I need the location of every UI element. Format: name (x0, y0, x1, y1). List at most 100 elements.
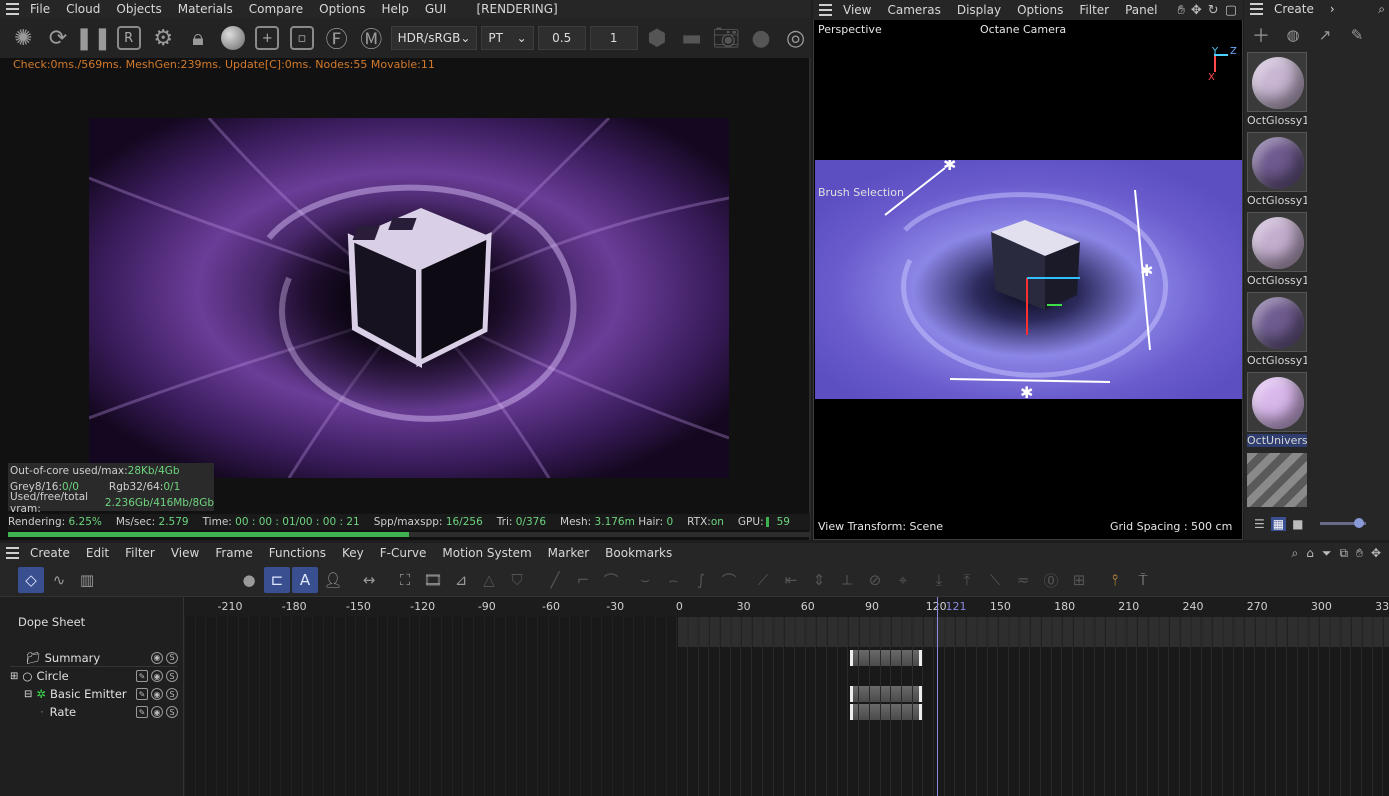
visibility-eye-icon[interactable]: ◉ (151, 688, 163, 700)
hamburger-menu-icon[interactable] (0, 3, 22, 15)
ease-out-icon[interactable]: ⌢ (660, 567, 686, 593)
add-material-icon[interactable]: ＋ (1248, 22, 1274, 48)
sphere-filter-icon[interactable]: ● (236, 567, 262, 593)
material-swatch[interactable]: OctGlossy1 (1247, 292, 1309, 367)
edit-key-icon[interactable]: ✎ (136, 688, 148, 700)
auto-tangent-icon[interactable]: ⌖ (890, 567, 916, 593)
visibility-eye-icon[interactable]: ◉ (151, 706, 163, 718)
tl-menu-edit[interactable]: Edit (78, 546, 117, 560)
menu-file[interactable]: File (22, 2, 58, 16)
menu-gui[interactable]: GUI (417, 2, 455, 16)
tl-menu-marker[interactable]: Marker (540, 546, 597, 560)
tree-row-rate[interactable]: · Rate ✎ ◉ S (10, 703, 178, 721)
exposure-field[interactable]: 0.5 (537, 26, 586, 50)
dope-sheet-mode-icon[interactable]: ◇ (18, 567, 44, 593)
zero-length-icon[interactable]: ⟂ (834, 567, 860, 593)
menu-cloud[interactable]: Cloud (58, 2, 108, 16)
clear-region-icon[interactable]: ▫ (287, 22, 318, 54)
vp-menu-panel[interactable]: Panel (1117, 3, 1165, 17)
key-zero-icon[interactable]: ⓪ (1038, 567, 1064, 593)
kernel-select[interactable]: PT ⌄ (481, 26, 534, 50)
ease-in-icon[interactable]: ⌣ (632, 567, 658, 593)
tl-menu-view[interactable]: View (163, 546, 207, 560)
person-icon[interactable]: 👤︎ (320, 567, 346, 593)
tl-menu-bookmarks[interactable]: Bookmarks (597, 546, 680, 560)
tl-menu-fcurve[interactable]: F-Curve (372, 546, 435, 560)
ease-both-icon[interactable]: ∫ (688, 567, 714, 593)
key-flat-icon[interactable]: ≂ (1010, 567, 1036, 593)
hexagon-icon[interactable]: ⬢ (642, 22, 673, 54)
focus-pick-icon[interactable]: Ⓕ (321, 22, 352, 54)
tree-row-summary[interactable]: 📁︎ Summary ◉ S (10, 649, 178, 667)
arrow-up-right-icon[interactable]: ↗ (1312, 22, 1338, 48)
lock-value-icon[interactable]: ⇕ (806, 567, 832, 593)
paint-icon[interactable]: ⛉ (504, 567, 530, 593)
film-icon[interactable]: 🎞︎ (420, 567, 446, 593)
gear-spin-icon[interactable]: ✺ (8, 22, 39, 54)
key-right-icon[interactable]: ⤒ (954, 567, 980, 593)
add-marker-icon[interactable]: ⍑ (1130, 567, 1156, 593)
solo-icon[interactable]: S (166, 688, 178, 700)
hierarchy-icon[interactable]: ⊏ (264, 567, 290, 593)
break-tangent-icon[interactable]: ⟋ (750, 567, 776, 593)
auto-mode-icon[interactable]: A (292, 567, 318, 593)
sphere-preview-icon[interactable] (217, 22, 248, 54)
zero-angle-icon[interactable]: ⊘ (862, 567, 888, 593)
viewport-camera-name[interactable]: Octane Camera (980, 23, 1066, 36)
material-pick-icon[interactable]: Ⓜ (356, 22, 387, 54)
chevron-right-icon[interactable]: › (1322, 2, 1343, 16)
key-left-icon[interactable]: ⤓ (926, 567, 952, 593)
dope-sheet-grid[interactable] (184, 617, 1389, 796)
material-sphere-icon[interactable]: ◍ (1280, 22, 1306, 48)
tl-move-icon[interactable]: ✥ (1371, 546, 1381, 561)
step-interp-icon[interactable]: ⌐ (570, 567, 596, 593)
pause-icon[interactable]: ❚❚ (75, 22, 112, 54)
maximize-view-icon[interactable]: ▢ (1225, 3, 1237, 18)
material-hamburger-icon[interactable] (1244, 3, 1266, 15)
vp-menu-options[interactable]: Options (1009, 3, 1071, 17)
tl-search-icon[interactable]: ⌕ (1292, 546, 1299, 561)
eyedropper-icon[interactable]: ✎ (1344, 22, 1370, 48)
vp-menu-cameras[interactable]: Cameras (879, 3, 948, 17)
timeline-ruler[interactable]: -210-180-150-120-90-60-30030609012015018… (184, 597, 1389, 617)
tl-menu-functions[interactable]: Functions (261, 546, 334, 560)
rectangle-icon[interactable]: ▬ (676, 22, 707, 54)
material-swatch[interactable]: OctUniversal (1247, 372, 1309, 447)
collapse-minus-icon[interactable]: ⊟ (24, 689, 32, 700)
ramp-icon[interactable]: ⊿ (448, 567, 474, 593)
material-swatch[interactable]: OctGlossy1 (1247, 132, 1309, 207)
material-swatch[interactable]: OctGlossy1 (1247, 52, 1309, 127)
menu-help[interactable]: Help (373, 2, 416, 16)
material-menu-create[interactable]: Create (1266, 2, 1322, 16)
fcurve-mode-icon[interactable]: ∿ (46, 567, 72, 593)
menu-materials[interactable]: Materials (170, 2, 241, 16)
motion-mode-icon[interactable]: ▥ (74, 567, 100, 593)
solo-icon[interactable]: S (166, 651, 178, 664)
vp-menu-view[interactable]: View (835, 3, 879, 17)
linear-interp-icon[interactable]: ╱ (542, 567, 568, 593)
circle-icon[interactable]: ● (746, 22, 777, 54)
marker-pin-icon[interactable]: ⫯ (1102, 567, 1128, 593)
render-target-icon[interactable]: ◎ (780, 22, 811, 54)
tl-menu-key[interactable]: Key (334, 546, 372, 560)
camera-snapshot-icon[interactable]: 📷︎ (711, 22, 742, 54)
lock-icon[interactable]: 🔒︎ (183, 22, 214, 54)
tl-menu-motion-system[interactable]: Motion System (434, 546, 539, 560)
solo-icon[interactable]: S (166, 670, 178, 682)
tl-hand-icon[interactable]: ✋︎ (1356, 546, 1363, 561)
tl-menu-create[interactable]: Create (22, 546, 78, 560)
solo-icon[interactable]: S (166, 706, 178, 718)
fit-horizontal-icon[interactable]: ↔ (356, 567, 382, 593)
spline-icon[interactable]: ⌒ (716, 567, 742, 593)
frame-selected-icon[interactable]: ⛶ (392, 567, 418, 593)
settings-gear-icon[interactable]: ⚙ (148, 22, 179, 54)
pan-hand-icon[interactable]: ✋︎ (1177, 3, 1184, 18)
material-swatch[interactable]: OctGlossy1 (1247, 212, 1309, 287)
rotate-view-icon[interactable]: ↻ (1208, 3, 1219, 18)
menu-compare[interactable]: Compare (241, 2, 311, 16)
gamma-field[interactable]: 1 (589, 26, 638, 50)
grid-view-icon[interactable]: ▦ (1270, 517, 1287, 531)
filter-icon[interactable]: ⏷ (1322, 546, 1332, 561)
ease-interp-icon[interactable]: ⌒ (598, 567, 624, 593)
menu-objects[interactable]: Objects (108, 2, 169, 16)
